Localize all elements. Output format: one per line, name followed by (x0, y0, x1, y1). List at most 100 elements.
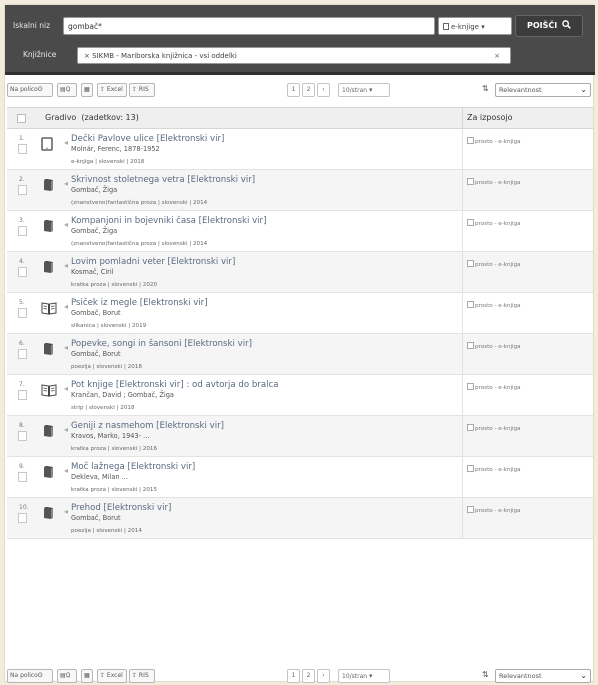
availability-checkbox[interactable] (467, 506, 474, 513)
availability-checkbox[interactable] (467, 301, 474, 308)
sort-icon: ⇅ (482, 670, 489, 679)
availability-status[interactable]: prosto - e-knjiga (467, 178, 521, 186)
record-title-link[interactable]: Lovim pomladni veter [Elektronski vir] (71, 257, 235, 267)
per-page-select[interactable]: 10/stran ▾ (338, 669, 390, 683)
export-ris-button[interactable]: ⇪ RIS (129, 83, 155, 97)
view-toggle-button[interactable]: ▤Q (57, 669, 77, 683)
table-row[interactable]: 8. ◂ Geniji z nasmehom [Elektronski vir] Kr… (7, 416, 593, 457)
table-row[interactable]: 4. ◂ Lovim pomladni veter [Elektronski vir… (7, 252, 593, 293)
material-type-value: e-knjige (451, 23, 479, 31)
page-2-button[interactable]: 2 (302, 669, 315, 683)
view-toggle-button[interactable]: ▤Q (57, 83, 77, 97)
search-input[interactable]: gombač* (63, 17, 435, 35)
record-title-link[interactable]: Moč lažnega [Elektronski vir] (71, 462, 195, 472)
row-checkbox[interactable] (18, 431, 27, 441)
library-chip[interactable]: × SIKMB - Mariborska knjižnica - vsi odd… (84, 52, 237, 60)
table-row[interactable]: 7. ◂ Pot knjige [Elektronski vir] : od avt… (7, 375, 593, 416)
add-to-shelf-button[interactable]: Na policoʘ (7, 669, 53, 683)
availability-checkbox[interactable] (467, 424, 474, 431)
availability-status[interactable]: prosto - e-knjiga (467, 424, 521, 432)
export-ris-button[interactable]: ⇪ RIS (129, 669, 155, 683)
book-icon (41, 260, 55, 274)
row-checkbox[interactable] (18, 267, 27, 277)
record-title-link[interactable]: Psiček iz megle [Elektronski vir] (71, 298, 208, 308)
row-checkbox[interactable] (18, 349, 27, 359)
record-title-link[interactable]: Popevke, songi in šansoni [Elektronski v… (71, 339, 252, 349)
add-to-shelf-button[interactable]: Na policoʘ (7, 83, 53, 97)
expand-icon[interactable]: ◂ (64, 425, 68, 434)
record-title-link[interactable]: Kompanjoni in bojevniki časa [Elektronsk… (71, 216, 266, 226)
record-title-link[interactable]: Skrivnost stoletnega vetra [Elektronski … (71, 175, 255, 185)
row-checkbox[interactable] (18, 185, 27, 195)
expand-icon[interactable]: ◂ (64, 343, 68, 352)
row-checkbox[interactable] (18, 144, 27, 154)
row-checkbox[interactable] (18, 308, 27, 318)
list-icon[interactable]: ▦ (81, 669, 93, 683)
table-row[interactable]: 2. ◂ Skrivnost stoletnega vetra [Elektrons… (7, 170, 593, 211)
clear-icon[interactable]: × (494, 51, 500, 61)
expand-icon[interactable]: ◂ (64, 179, 68, 188)
sort-select[interactable]: Relevantnost ⌄ (495, 669, 591, 683)
column-divider (462, 334, 463, 374)
per-page-select[interactable]: 10/stran ▾ (338, 83, 390, 97)
page-1-button[interactable]: 1 (287, 669, 300, 683)
expand-icon[interactable]: ◂ (64, 261, 68, 270)
expand-icon[interactable]: ◂ (64, 302, 68, 311)
page-1-button[interactable]: 1 (287, 83, 300, 97)
sort-select[interactable]: Relevantnost ⌄ (495, 83, 591, 97)
record-author: Gombač, Žiga (71, 227, 118, 235)
availability-checkbox[interactable] (467, 383, 474, 390)
page-2-button[interactable]: 2 (302, 83, 315, 97)
table-row[interactable]: 9. ◂ Moč lažnega [Elektronski vir] Dekleva,… (7, 457, 593, 498)
material-type-select[interactable]: e-knjige ▾ (438, 17, 512, 35)
table-row[interactable]: 3. ◂ Kompanjoni in bojevniki časa [Elektro… (7, 211, 593, 252)
search-button-label: POIŠČI (526, 21, 558, 30)
row-number: 9. (19, 463, 25, 470)
availability-checkbox[interactable] (467, 260, 474, 267)
availability-status[interactable]: prosto - e-knjiga (467, 342, 521, 350)
availability-checkbox[interactable] (467, 137, 474, 144)
availability-status[interactable]: prosto - e-knjiga (467, 260, 521, 268)
availability-checkbox[interactable] (467, 219, 474, 226)
expand-icon[interactable]: ◂ (64, 507, 68, 516)
availability-status[interactable]: prosto - e-knjiga (467, 465, 521, 473)
record-title-link[interactable]: Prehod [Elektronski vir] (71, 503, 171, 513)
expand-icon[interactable]: ◂ (64, 384, 68, 393)
record-author: Gombač, Borut (71, 350, 121, 358)
table-row[interactable]: 6. ◂ Popevke, songi in šansoni [Elektronsk… (7, 334, 593, 375)
availability-checkbox[interactable] (467, 178, 474, 185)
select-all-checkbox[interactable] (17, 114, 26, 123)
list-icon[interactable]: ▦ (81, 83, 93, 97)
row-checkbox[interactable] (18, 513, 27, 523)
search-button[interactable]: POIŠČI (515, 15, 583, 37)
row-checkbox[interactable] (18, 472, 27, 482)
query-label: Iskalni niz (13, 21, 51, 30)
next-page-button[interactable]: › (317, 83, 330, 97)
library-filter[interactable]: × SIKMB - Mariborska knjižnica - vsi odd… (77, 47, 511, 64)
next-page-button[interactable]: › (317, 669, 330, 683)
record-author: Gombač, Borut (71, 514, 121, 522)
expand-icon[interactable]: ◂ (64, 466, 68, 475)
availability-status[interactable]: prosto - e-knjiga (467, 506, 521, 514)
table-row[interactable]: 10. ◂ Prehod [Elektronski vir] Gombač, Boru… (7, 498, 593, 539)
row-checkbox[interactable] (18, 226, 27, 236)
expand-icon[interactable]: ◂ (64, 220, 68, 229)
table-row[interactable]: 5. ◂ Psiček iz megle [Elektronski vir] Gomb… (7, 293, 593, 334)
availability-status[interactable]: prosto - e-knjiga (467, 301, 521, 309)
book-icon (41, 178, 55, 192)
availability-status[interactable]: prosto - e-knjiga (467, 137, 521, 145)
export-excel-button[interactable]: ⇪ Excel (97, 83, 127, 97)
record-title-link[interactable]: Geniji z nasmehom [Elektronski vir] (71, 421, 224, 431)
availability-status[interactable]: prosto - e-knjiga (467, 219, 521, 227)
availability-checkbox[interactable] (467, 465, 474, 472)
export-excel-button[interactable]: ⇪ Excel (97, 669, 127, 683)
table-row[interactable]: 1. ◂ Dečki Pavlove ulice [Elektronski vir]… (7, 129, 593, 170)
availability-label: prosto - e-knjiga (475, 344, 521, 350)
availability-checkbox[interactable] (467, 342, 474, 349)
column-divider (462, 108, 463, 130)
row-checkbox[interactable] (18, 390, 27, 400)
availability-status[interactable]: prosto - e-knjiga (467, 383, 521, 391)
record-title-link[interactable]: Dečki Pavlove ulice [Elektronski vir] (71, 134, 224, 144)
record-title-link[interactable]: Pot knjige [Elektronski vir] : od avtorj… (71, 380, 278, 390)
expand-icon[interactable]: ◂ (64, 138, 68, 147)
